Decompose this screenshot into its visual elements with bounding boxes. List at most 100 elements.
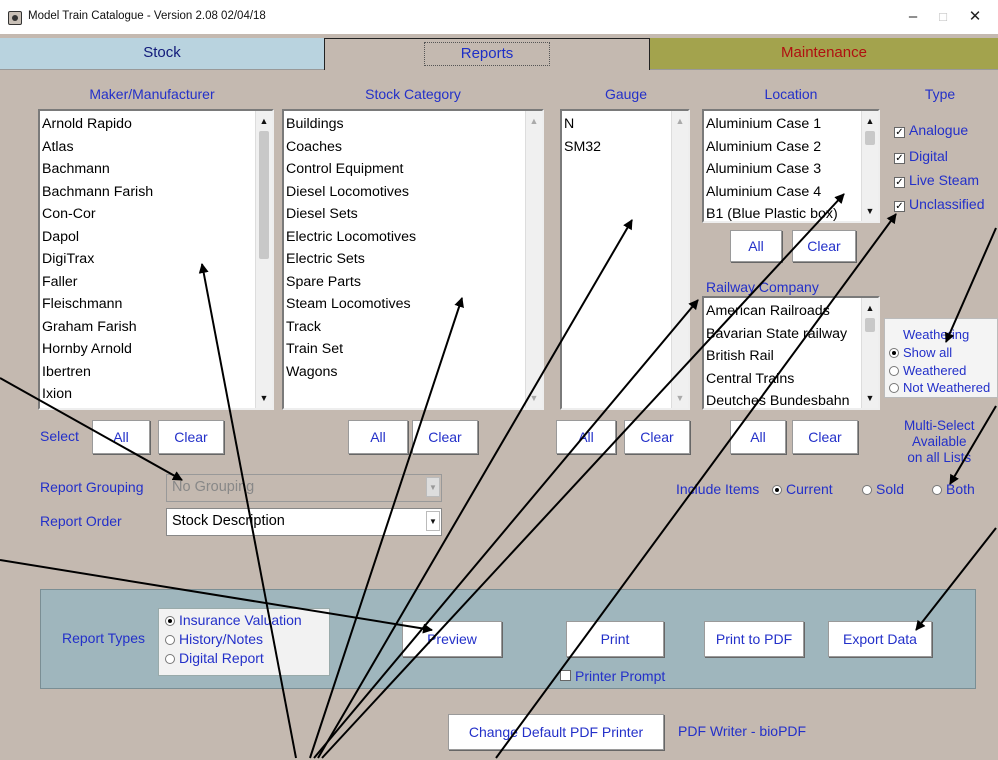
list-item[interactable]: Deutches Bundesbahn [706,390,860,408]
list-item[interactable]: American Railroads [706,300,860,323]
list-item[interactable]: Aluminium Case 2 [706,136,860,159]
type-unclassified-checkbox[interactable]: ✓ Unclassified [894,196,984,212]
location-all-button[interactable]: All [730,230,782,262]
scroll-down-icon[interactable]: ▼ [526,390,542,406]
type-digital-checkbox[interactable]: ✓ Digital [894,148,948,164]
chevron-down-icon[interactable]: ▼ [426,477,440,497]
list-item[interactable]: DigiTrax [42,248,254,271]
list-item[interactable]: Train Set [286,338,524,361]
list-item[interactable]: Aluminium Case 1 [706,113,860,136]
scroll-thumb[interactable] [865,318,875,332]
minimize-button[interactable]: – [898,6,928,28]
export-data-button[interactable]: Export Data [828,621,932,657]
list-item[interactable]: Aluminium Case 3 [706,158,860,181]
list-item[interactable]: Bavarian State railway [706,323,860,346]
gauge-scrollbar[interactable]: ▲ ▼ [671,111,688,408]
gauge-all-button[interactable]: All [556,420,616,454]
type-analogue-checkbox[interactable]: ✓ Analogue [894,122,968,138]
report-history-radio[interactable]: History/Notes [165,631,263,647]
tab-stock[interactable]: Stock [0,38,324,70]
list-item[interactable]: Electric Locomotives [286,226,524,249]
list-item[interactable]: Coaches [286,136,524,159]
location-scrollbar[interactable]: ▲ ▼ [861,111,878,221]
list-item[interactable]: Diesel Locomotives [286,181,524,204]
maker-all-button[interactable]: All [92,420,150,454]
category-all-button[interactable]: All [348,420,408,454]
list-item[interactable]: Atlas [42,136,254,159]
list-item[interactable]: B1 (Blue Plastic box) [706,203,860,221]
railway-scrollbar[interactable]: ▲ ▼ [861,298,878,408]
include-current-radio[interactable]: Current [772,481,833,497]
report-insurance-radio[interactable]: Insurance Valuation [165,612,302,628]
railway-all-button[interactable]: All [730,420,786,454]
railway-clear-button[interactable]: Clear [792,420,858,454]
list-item[interactable]: Diesel Sets [286,203,524,226]
preview-button[interactable]: Preview [402,621,502,657]
list-item[interactable]: Ibertren [42,361,254,384]
printer-prompt-checkbox[interactable]: Printer Prompt [560,668,665,684]
list-item[interactable]: Aluminium Case 4 [706,181,860,204]
report-digital-radio[interactable]: Digital Report [165,650,264,666]
weathering-not-weathered-radio[interactable]: Not Weathered [889,380,990,395]
scroll-up-icon[interactable]: ▲ [862,300,878,316]
list-item[interactable]: Wagons [286,361,524,384]
print-to-pdf-button[interactable]: Print to PDF [704,621,804,657]
list-item[interactable]: Fleischmann [42,293,254,316]
category-scrollbar[interactable]: ▲ ▼ [525,111,542,408]
print-button[interactable]: Print [566,621,664,657]
list-item[interactable]: Con-Cor [42,203,254,226]
tab-reports[interactable]: Reports [324,38,650,70]
include-sold-radio[interactable]: Sold [862,481,904,497]
tab-maintenance[interactable]: Maintenance [650,38,998,70]
list-item[interactable]: Faller [42,271,254,294]
list-item[interactable]: Central Trains [706,368,860,391]
list-item[interactable]: Bachmann [42,158,254,181]
list-item[interactable]: SM32 [564,136,670,159]
scroll-up-icon[interactable]: ▲ [526,113,542,129]
scroll-up-icon[interactable]: ▲ [672,113,688,129]
list-item[interactable]: Ixion [42,383,254,406]
location-clear-button[interactable]: Clear [792,230,856,262]
list-item[interactable]: Dapol [42,226,254,249]
maker-scrollbar[interactable]: ▲ ▼ [255,111,272,408]
scroll-down-icon[interactable]: ▼ [862,203,878,219]
maximize-button[interactable]: □ [928,6,958,28]
list-item[interactable]: Hornby Arnold [42,338,254,361]
maker-clear-button[interactable]: Clear [158,420,224,454]
list-item[interactable]: Electric Sets [286,248,524,271]
include-both-radio[interactable]: Both [932,481,975,497]
scroll-up-icon[interactable]: ▲ [862,113,878,129]
chevron-down-icon[interactable]: ▼ [426,511,440,531]
list-item[interactable]: Track [286,316,524,339]
type-live-steam-checkbox[interactable]: ✓ Live Steam [894,172,979,188]
scroll-down-icon[interactable]: ▼ [256,390,272,406]
list-item[interactable]: Control Equipment [286,158,524,181]
gauge-list[interactable]: N SM32 ▲ ▼ [560,109,690,410]
weathering-weathered-radio[interactable]: Weathered [889,363,966,378]
list-item[interactable]: Graham Farish [42,316,254,339]
scroll-thumb[interactable] [259,131,269,259]
report-grouping-select[interactable]: No Grouping ▼ [166,474,442,502]
close-button[interactable]: ✕ [960,6,990,28]
scroll-down-icon[interactable]: ▼ [672,390,688,406]
list-item[interactable]: Bachmann Farish [42,181,254,204]
scroll-down-icon[interactable]: ▼ [862,390,878,406]
railway-company-list[interactable]: American Railroads Bavarian State railwa… [702,296,880,410]
weathering-show-all-radio[interactable]: Show all [889,345,952,360]
category-clear-button[interactable]: Clear [412,420,478,454]
location-list[interactable]: Aluminium Case 1 Aluminium Case 2 Alumin… [702,109,880,223]
change-pdf-printer-button[interactable]: Change Default PDF Printer [448,714,664,750]
list-item[interactable]: Steam Locomotives [286,293,524,316]
list-item[interactable]: Spare Parts [286,271,524,294]
report-order-select[interactable]: Stock Description ▼ [166,508,442,536]
list-item[interactable]: Arnold Rapido [42,113,254,136]
maker-list[interactable]: Arnold Rapido Atlas Bachmann Bachmann Fa… [38,109,274,410]
radio-selected-icon [165,616,175,626]
scroll-up-icon[interactable]: ▲ [256,113,272,129]
scroll-thumb[interactable] [865,131,875,145]
gauge-clear-button[interactable]: Clear [624,420,690,454]
list-item[interactable]: N [564,113,670,136]
list-item[interactable]: Buildings [286,113,524,136]
list-item[interactable]: British Rail [706,345,860,368]
category-list[interactable]: Buildings Coaches Control Equipment Dies… [282,109,544,410]
